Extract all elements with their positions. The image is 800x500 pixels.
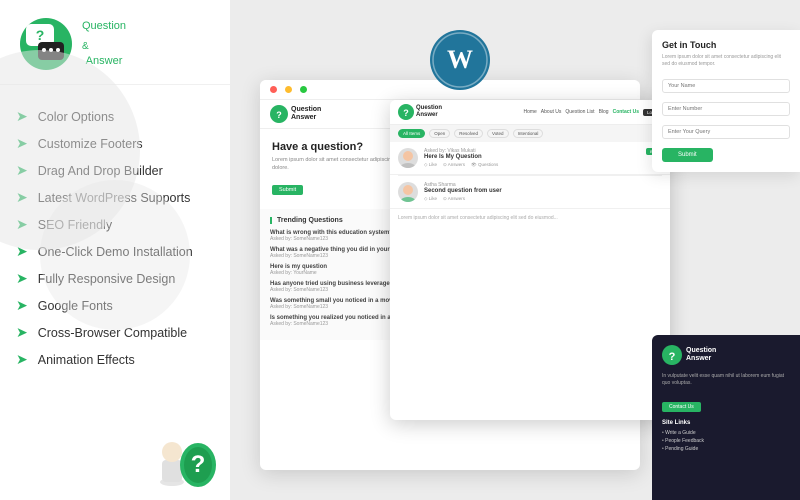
small-logo-icon: ? — [270, 105, 288, 123]
site-logo-small: ? QuestionAnswer — [270, 105, 321, 123]
dark-logo-icon: ? — [662, 345, 682, 365]
filter-intentional[interactable]: Intentional — [513, 129, 544, 138]
get-in-touch-card: Get in Touch Lorem ipsum dolor sit amet … — [652, 30, 800, 172]
dark-footer-panel: ? Question Answer In vulputate velit ess… — [652, 335, 800, 500]
wordpress-logo-container: W — [430, 30, 490, 95]
dark-logo-text: Question Answer — [686, 347, 716, 364]
dark-site-links-title: Site Links — [662, 420, 790, 426]
arrow-icon: ➤ — [16, 351, 28, 368]
bw2-question-item-2: Astha Sharma Second question from user ◇… — [390, 176, 670, 209]
bw2-about: About Us — [541, 109, 562, 116]
wordpress-logo: W — [430, 30, 490, 90]
bw2-contact: Contact Us — [613, 109, 639, 116]
bg-decoration-2 — [40, 180, 190, 330]
bw2-stat2-likes: ◇ Like — [424, 196, 437, 202]
filter-resolved[interactable]: Resolved — [454, 129, 483, 138]
brand-name-line1: Question — [82, 20, 126, 33]
small-logo-text: QuestionAnswer — [291, 106, 321, 121]
feature-label: Animation Effects — [38, 353, 135, 367]
second-browser-window: ? QuestionAnswer Home About Us Question … — [390, 100, 670, 420]
brand-ampersand: & — [82, 41, 89, 52]
bw2-stat2-answers: ⊙ Answers — [443, 196, 465, 202]
question-figure: ? — [140, 400, 220, 490]
bw2-stats: ◇ Like ⊙ Answers 👁 Questions — [424, 162, 640, 168]
submit-button[interactable]: Submit — [662, 148, 713, 162]
arrow-icon: ➤ — [16, 324, 28, 341]
bw2-home: Home — [523, 109, 536, 116]
bw2-question-item-1: Asked by: Vikas Mukati Here Is My Questi… — [390, 142, 670, 175]
bw2-logo: ? QuestionAnswer — [398, 104, 442, 120]
filter-open[interactable]: Open — [429, 129, 450, 138]
right-panel: W ? QuestionAnswer Home About Us Questi — [230, 0, 800, 500]
dot-yellow — [285, 86, 292, 93]
bw2-title-2: Second question from user — [424, 188, 662, 194]
arrow-icon: ➤ — [16, 297, 28, 314]
svg-text:?: ? — [669, 351, 676, 363]
bw2-logo-icon: ? — [398, 104, 414, 120]
figure-svg: ? — [140, 400, 220, 490]
svg-text:W: W — [447, 45, 473, 74]
hero-cta-button[interactable]: Submit — [272, 185, 303, 195]
bw2-logo-text: QuestionAnswer — [416, 105, 442, 118]
feature-item: ➤ Animation Effects — [16, 346, 214, 373]
name-input[interactable] — [662, 79, 790, 93]
logo-text-area: Question & Answer — [82, 20, 126, 68]
bw2-stat-answers: ⊙ Answers — [443, 162, 465, 168]
dark-description: In vulputate velit esse quam nihil ut la… — [662, 373, 790, 387]
dark-contact-button[interactable]: Contact Us — [662, 402, 701, 412]
bw2-stats-2: ◇ Like ⊙ Answers — [424, 196, 662, 202]
dot-green — [300, 86, 307, 93]
bw2-stat-likes: ◇ Like — [424, 162, 437, 168]
bw2-question-content-2: Astha Sharma Second question from user ◇… — [424, 182, 662, 202]
bw2-avatar-2 — [398, 182, 418, 202]
bw2-stat-views: 👁 Questions — [471, 162, 498, 168]
svg-text:?: ? — [191, 451, 206, 478]
bw2-title-1: Here Is My Question — [424, 154, 640, 160]
left-panel: ? Question & Answer ➤ Color Options ➤ Cu… — [0, 0, 230, 500]
filter-all[interactable]: All Items — [398, 129, 425, 138]
brand-name: Question & Answer — [82, 20, 126, 68]
arrow-icon: ➤ — [16, 270, 28, 287]
bw2-question-content-1: Asked by: Vikas Mukati Here Is My Questi… — [424, 148, 640, 168]
message-input[interactable] — [662, 125, 790, 139]
bw2-lorem-text: Lorem ipsum dolor sit amet consectetur a… — [398, 215, 662, 223]
svg-text:?: ? — [403, 108, 409, 118]
get-in-touch-desc: Lorem ipsum dolor sit amet consectetur a… — [662, 54, 790, 68]
avatar-svg — [398, 148, 418, 168]
svg-text:?: ? — [36, 27, 45, 43]
bw2-content-area: Lorem ipsum dolor sit amet consectetur a… — [390, 209, 670, 229]
bw2-browser-chrome: ? QuestionAnswer Home About Us Question … — [390, 100, 670, 125]
bw2-blog: Blog — [599, 109, 609, 116]
dark-link-pending[interactable]: Pending Guide — [662, 446, 790, 452]
bw2-avatar-1 — [398, 148, 418, 168]
filter-voted[interactable]: Voted — [487, 129, 509, 138]
bw2-nav-links: Home About Us Question List Blog Contact… — [523, 109, 662, 116]
get-in-touch-title: Get in Touch — [662, 40, 790, 50]
filter-bar: All Items Open Resolved Voted Intentiona… — [390, 125, 670, 142]
avatar-svg-2 — [398, 182, 418, 202]
dot-red — [270, 86, 277, 93]
svg-text:?: ? — [276, 110, 282, 120]
dark-logo-area: ? Question Answer — [662, 345, 790, 365]
phone-input[interactable] — [662, 102, 790, 116]
dark-link-write[interactable]: Write a Guide — [662, 430, 790, 436]
dark-link-feedback[interactable]: People Feedback — [662, 438, 790, 444]
bw2-qlist: Question List — [565, 109, 594, 116]
